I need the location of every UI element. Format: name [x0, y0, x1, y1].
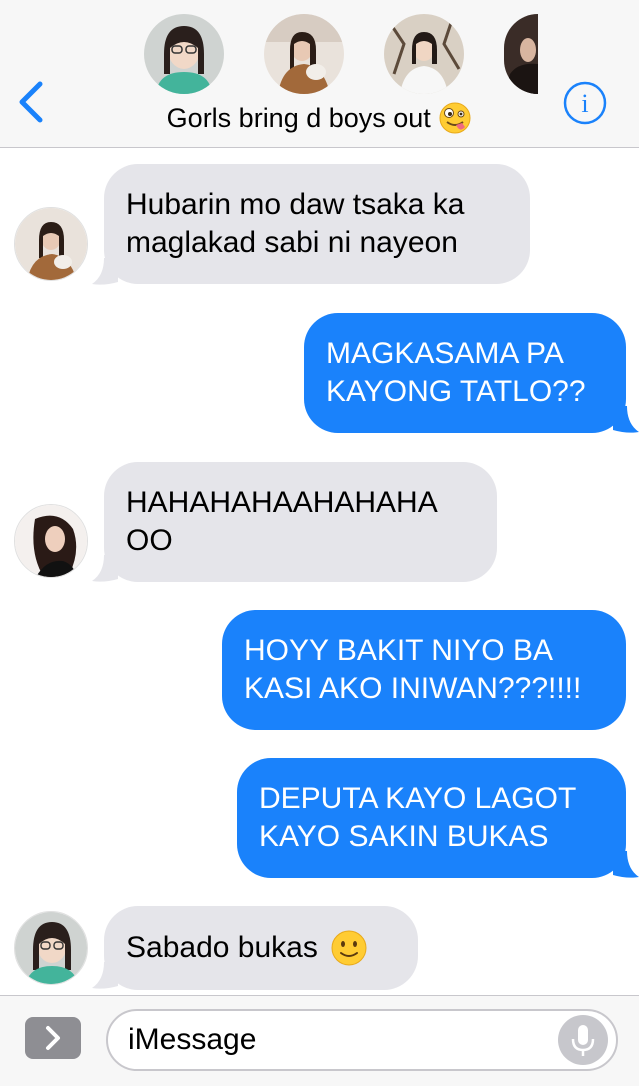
message-text: Hubarin mo daw tsaka ka [126, 188, 465, 221]
message-text: KAYONG TATLO?? [326, 375, 586, 408]
sender-avatar[interactable] [14, 504, 88, 578]
conversation-header: Gorls bring d boys out i [0, 0, 639, 148]
svg-text:i: i [581, 89, 588, 118]
message-text: HAHAHAHAAHAHAHA [126, 486, 438, 519]
group-member-avatar[interactable] [144, 14, 224, 94]
message-text: OO [126, 524, 173, 557]
dictation-button[interactable] [558, 1015, 608, 1065]
message-text: DEPUTA KAYO LAGOT [259, 782, 577, 815]
info-button[interactable]: i [562, 80, 608, 126]
message-text: KAYO SAKIN BUKAS [259, 820, 549, 853]
message-text: Sabado bukas [126, 931, 318, 964]
message-input[interactable]: iMessage [106, 1009, 618, 1071]
message-input-placeholder: iMessage [128, 1023, 257, 1056]
message-bubble-incoming[interactable]: Hubarin mo daw tsaka ka maglakad sabi ni… [104, 164, 530, 284]
message-text: HOYY BAKIT NIYO BA [244, 634, 553, 667]
message-bubble-outgoing[interactable]: DEPUTA KAYO LAGOT KAYO SAKIN BUKAS [237, 758, 626, 878]
message-bubble-outgoing[interactable]: HOYY BAKIT NIYO BA KASI AKO INIWAN???!!!… [222, 610, 626, 730]
group-member-avatar[interactable] [504, 14, 538, 94]
message-bubble-incoming[interactable]: Sabado bukas [104, 906, 418, 990]
message-text: maglakad sabi ni nayeon [126, 226, 458, 259]
group-member-avatar[interactable] [384, 14, 464, 94]
message-bubble-outgoing[interactable]: MAGKASAMA PA KAYONG TATLO?? [304, 313, 626, 433]
sender-avatar[interactable] [14, 207, 88, 281]
message-text: KASI AKO INIWAN???!!!! [244, 672, 582, 705]
microphone-icon [571, 1025, 595, 1056]
message-bubble-incoming[interactable]: HAHAHAHAAHAHAHA OO [104, 462, 497, 582]
group-title[interactable]: Gorls bring d boys out [0, 96, 639, 138]
chevron-right-icon [46, 1026, 60, 1050]
message-text: MAGKASAMA PA [326, 337, 564, 370]
apps-button[interactable] [25, 1017, 81, 1059]
info-icon: i [563, 81, 607, 125]
sender-avatar[interactable] [14, 911, 88, 985]
compose-bar: iMessage [0, 995, 639, 1086]
slightly-smiling-face-emoji [331, 930, 367, 966]
group-name: Gorls bring d boys out [166, 102, 431, 133]
group-member-avatar[interactable] [264, 14, 344, 94]
zany-face-emoji [439, 102, 471, 134]
